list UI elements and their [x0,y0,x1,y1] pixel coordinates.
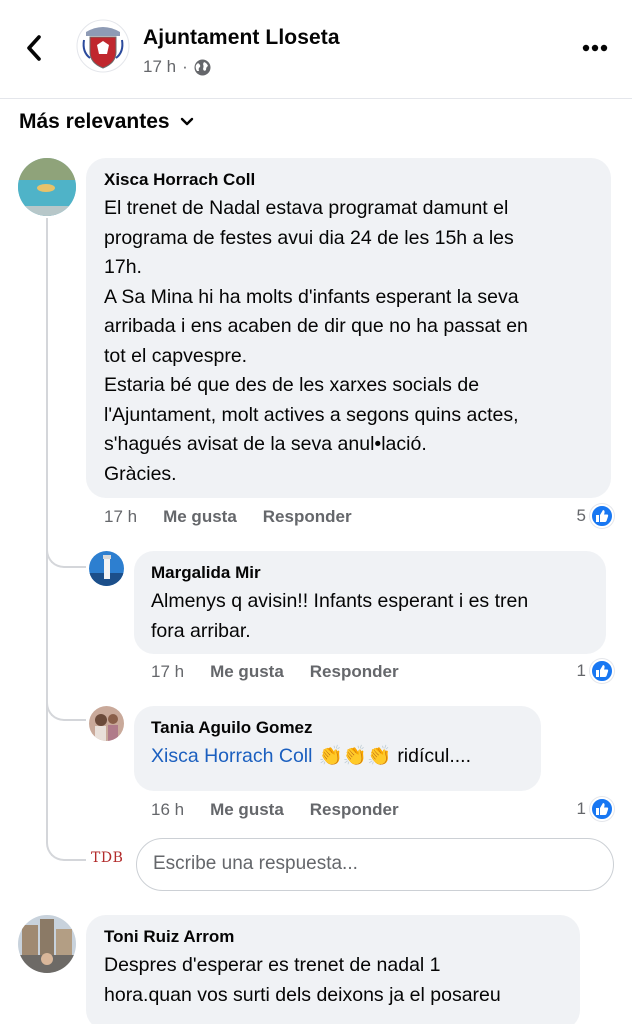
comment-author[interactable]: Toni Ruiz Arrom [104,927,562,947]
user-avatar: TDB [91,850,124,866]
comment-time[interactable]: 17 h [104,507,137,527]
reaction-count: 5 [576,506,586,525]
mention-link[interactable]: Xisca Horrach Coll [151,742,312,772]
thread-connector [46,543,86,568]
reply-button[interactable]: Responder [310,662,399,682]
like-icon [590,504,614,528]
like-button[interactable]: Me gusta [210,662,284,682]
more-options-button[interactable] [580,34,610,62]
thread-connector [46,836,86,861]
reply-actions: 17 h Me gusta Responder [151,662,399,682]
thread-connector [46,696,86,721]
like-icon [590,797,614,821]
comment-bubble: Toni Ruiz Arrom Despres d'esperar es tre… [86,915,580,1024]
reply-time[interactable]: 16 h [151,800,184,820]
avatar[interactable] [89,706,124,741]
comment-text: El trenet de Nadal estava programat damu… [104,197,528,485]
reply-input[interactable]: Escribe una respuesta... [136,838,614,891]
page-name[interactable]: Ajuntament Lloseta [143,26,340,50]
more-dots-icon [582,44,608,52]
chevron-left-icon [27,35,41,61]
comment-author[interactable]: Xisca Horrach Coll [104,170,593,190]
reply-actions: 16 h Me gusta Responder [151,800,399,820]
reply-time[interactable]: 17 h [151,662,184,682]
page-logo[interactable] [76,18,130,74]
reply-author[interactable]: Tania Aguilo Gomez [151,718,524,738]
clapping-emoji: 👏👏👏 [318,745,392,767]
reply-button[interactable]: Responder [310,800,399,820]
sort-selector[interactable]: Más relevantes [19,110,194,134]
back-button[interactable] [18,30,50,66]
reply-button[interactable]: Responder [263,507,352,527]
chevron-down-icon [180,117,193,126]
comment-text: Despres d'esperar es trenet de nadal 1 h… [104,954,501,1006]
like-button[interactable]: Me gusta [210,800,284,820]
thread-line [46,218,48,843]
reply-text: Almenys q avisin!! Infants esperant i es… [151,590,529,642]
like-button[interactable]: Me gusta [163,507,237,527]
reply-bubble: Tania Aguilo Gomez Xisca Horrach Coll 👏👏… [134,706,541,791]
post-header: Ajuntament Lloseta 17 h · [0,0,632,99]
reaction-summary[interactable]: 1 [577,797,614,821]
reply-author[interactable]: Margalida Mir [151,563,589,583]
post-meta: 17 h · [143,57,211,77]
reaction-summary[interactable]: 1 [577,659,614,683]
comment-actions: 17 h Me gusta Responder [104,507,352,527]
avatar[interactable] [89,551,124,586]
post-time[interactable]: 17 h [143,57,176,77]
sort-label: Más relevantes [19,110,170,133]
globe-icon [194,59,211,75]
reaction-count: 1 [576,661,586,680]
reaction-count: 1 [576,799,586,818]
reaction-summary[interactable]: 5 [577,504,614,528]
comment-bubble: Xisca Horrach Coll El trenet de Nadal es… [86,158,611,498]
avatar[interactable] [18,158,76,216]
like-icon [590,659,614,683]
reply-text: Xisca Horrach Coll 👏👏👏 ridícul.... [151,742,524,772]
reply-bubble: Margalida Mir Almenys q avisin!! Infants… [134,551,606,654]
avatar[interactable] [18,915,76,973]
